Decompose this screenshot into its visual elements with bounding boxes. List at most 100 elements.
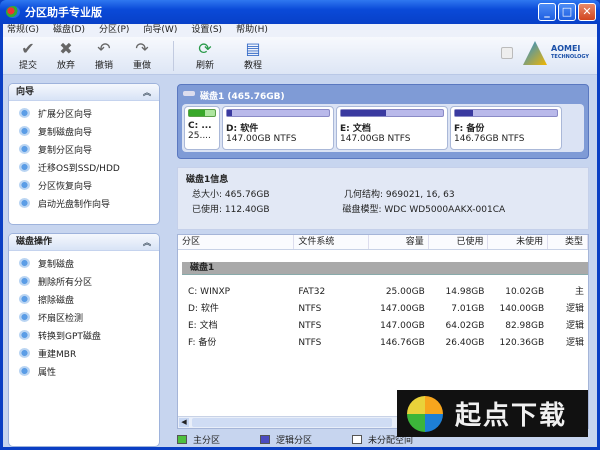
wizard-item-label: 启动光盘制作向导 bbox=[38, 199, 111, 210]
wizard-item-icon bbox=[19, 180, 30, 190]
wizard-item[interactable]: 迁移OS到SSD/HDD bbox=[9, 158, 159, 176]
wizard-item[interactable]: 分区恢复向导 bbox=[9, 176, 159, 194]
scroll-left-icon[interactable]: ◀ bbox=[179, 418, 189, 427]
partition-block[interactable]: E: 文档 147.00GB NTFS bbox=[336, 106, 448, 150]
menu-help[interactable]: 帮助(H) bbox=[236, 24, 268, 37]
menu-partition[interactable]: 分区(P) bbox=[99, 24, 129, 37]
cell-partition: D: 软件 bbox=[188, 304, 219, 314]
cell-free: 140.00GB bbox=[499, 304, 545, 314]
wizard-item[interactable]: 复制分区向导 bbox=[9, 140, 159, 158]
legend: 主分区 逻辑分区 未分配空间 bbox=[177, 433, 413, 446]
minimize-button[interactable]: _ bbox=[538, 3, 556, 21]
partition-block[interactable]: F: 备份 146.76GB NTFS bbox=[450, 106, 562, 150]
wizard-item-label: 迁移OS到SSD/HDD bbox=[38, 163, 120, 174]
partition-name: C: ... bbox=[188, 121, 212, 131]
toggle-checkbox[interactable] bbox=[501, 47, 513, 59]
geometry: 几何结构: 969021, 16, 63 bbox=[344, 190, 455, 200]
wizard-item[interactable]: 扩展分区向导 bbox=[9, 104, 159, 122]
used-size: 已使用: 112.40GB bbox=[192, 205, 270, 215]
redo-button[interactable]: ↷ 重做 bbox=[123, 39, 161, 72]
window-title: 分区助手专业版 bbox=[25, 6, 102, 19]
cell-free: 10.02GB bbox=[505, 287, 545, 297]
col-filesystem[interactable]: 文件系统 bbox=[294, 235, 370, 249]
tutorial-button[interactable]: ▤ 教程 bbox=[234, 39, 272, 72]
disk-op-item-label: 删除所有分区 bbox=[38, 277, 93, 288]
collapse-icon[interactable]: ︽ bbox=[143, 84, 151, 101]
cell-used: 7.01GB bbox=[451, 304, 485, 314]
menu-disk[interactable]: 磁盘(D) bbox=[53, 24, 85, 37]
scroll-thumb[interactable] bbox=[192, 418, 392, 427]
disk-op-item[interactable]: 转换到GPT磁盘 bbox=[9, 326, 159, 344]
disk-op-item[interactable]: 复制磁盘 bbox=[9, 254, 159, 272]
col-partition[interactable]: 分区 bbox=[178, 235, 295, 249]
disk-group-row[interactable]: 磁盘1 bbox=[182, 262, 588, 275]
partition-detail: 147.00GB NTFS bbox=[340, 134, 411, 144]
book-icon: ▤ bbox=[245, 39, 261, 58]
cell-type: 逻辑 bbox=[565, 338, 584, 348]
col-type[interactable]: 类型 bbox=[548, 235, 588, 249]
disk-op-item[interactable]: 重建MBR bbox=[9, 344, 159, 362]
disk-op-item[interactable]: 擦除磁盘 bbox=[9, 290, 159, 308]
wizard-panel-header[interactable]: 向导 ︽ bbox=[9, 84, 159, 101]
refresh-button[interactable]: ⟳ 刷新 bbox=[186, 40, 224, 72]
col-capacity[interactable]: 容量 bbox=[369, 235, 429, 249]
wizard-item-icon bbox=[19, 162, 30, 172]
disk-ops-panel-header[interactable]: 磁盘操作 ︽ bbox=[9, 234, 159, 251]
wizard-item[interactable]: 复制磁盘向导 bbox=[9, 122, 159, 140]
menu-wizard[interactable]: 向导(W) bbox=[143, 24, 177, 37]
disk-op-item-label: 转换到GPT磁盘 bbox=[38, 331, 101, 342]
menu-settings[interactable]: 设置(S) bbox=[191, 24, 222, 37]
disk-op-item-icon bbox=[19, 276, 30, 286]
cell-capacity: 147.00GB bbox=[380, 304, 425, 314]
wizard-item-label: 分区恢复向导 bbox=[38, 181, 93, 192]
cell-partition: E: 文档 bbox=[188, 321, 218, 331]
apply-button[interactable]: ✔ 提交 bbox=[9, 40, 47, 72]
table-row[interactable]: C: WINXP FAT32 25.00GB 14.98GB 10.02GB 主 bbox=[178, 285, 588, 302]
wizard-item-icon bbox=[19, 144, 30, 154]
redo-icon: ↷ bbox=[135, 39, 149, 58]
cell-filesystem: NTFS bbox=[298, 321, 322, 331]
disk-op-item[interactable]: 删除所有分区 bbox=[9, 272, 159, 290]
usage-bar bbox=[226, 109, 330, 117]
disk-op-item-icon bbox=[19, 330, 30, 340]
toolbar-separator bbox=[173, 40, 174, 71]
disk-op-item-label: 复制磁盘 bbox=[38, 259, 75, 270]
discard-button[interactable]: ✖ 放弃 bbox=[47, 40, 85, 72]
disk-op-item-icon bbox=[19, 294, 30, 304]
cell-capacity: 146.76GB bbox=[380, 338, 425, 348]
maximize-button[interactable]: □ bbox=[558, 3, 576, 21]
col-used[interactable]: 已使用 bbox=[429, 235, 489, 249]
close-button[interactable]: ✕ bbox=[578, 3, 596, 21]
cell-type: 逻辑 bbox=[565, 304, 584, 314]
table-row[interactable]: F: 备份 NTFS 146.76GB 26.40GB 120.36GB 逻辑 bbox=[178, 336, 588, 353]
toolbar: ✔ 提交 ✖ 放弃 ↶ 撤销 ↷ 重做 ⟳ 刷新 ▤ 教程 AOMEI TECHNOLOGY bbox=[3, 37, 597, 75]
disk-op-item-icon bbox=[19, 258, 30, 268]
wizard-item[interactable]: 启动光盘制作向导 bbox=[9, 194, 159, 212]
usage-fill bbox=[455, 110, 474, 116]
partition-detail: 147.00GB NTFS bbox=[226, 134, 297, 144]
collapse-icon[interactable]: ︽ bbox=[143, 234, 151, 251]
disk-op-item[interactable]: 属性 bbox=[9, 362, 159, 380]
disk-info-title: 磁盘1信息 bbox=[186, 175, 229, 185]
undo-icon: ↶ bbox=[97, 39, 111, 58]
table-row[interactable]: E: 文档 NTFS 147.00GB 64.02GB 82.98GB 逻辑 bbox=[178, 319, 588, 336]
disk-map[interactable]: 磁盘1 (465.76GB) C: ... 25.... D: 软件 147.00GB… bbox=[177, 84, 589, 159]
cell-partition: C: WINXP bbox=[188, 287, 231, 297]
primary-swatch bbox=[177, 435, 187, 444]
partition-detail: 146.76GB NTFS bbox=[454, 134, 525, 144]
menu-general[interactable]: 常规(G) bbox=[7, 24, 39, 37]
usage-fill bbox=[341, 110, 386, 116]
col-free[interactable]: 未使用 bbox=[488, 235, 549, 249]
wizard-item-label: 复制磁盘向导 bbox=[38, 127, 93, 138]
disk-info: 磁盘1信息 总大小: 465.76GB 几何结构: 969021, 16, 63 … bbox=[177, 167, 589, 230]
usage-bar bbox=[454, 109, 558, 117]
partition-name: F: 备份 bbox=[454, 124, 485, 134]
disk-op-item[interactable]: 坏扇区检测 bbox=[9, 308, 159, 326]
legend-logical: 逻辑分区 bbox=[260, 433, 312, 446]
partition-block[interactable]: D: 软件 147.00GB NTFS bbox=[222, 106, 334, 150]
partition-block[interactable]: C: ... 25.... bbox=[184, 106, 220, 150]
disk-op-item-label: 重建MBR bbox=[38, 349, 77, 360]
undo-button[interactable]: ↶ 撤销 bbox=[85, 39, 123, 72]
table-row[interactable]: D: 软件 NTFS 147.00GB 7.01GB 140.00GB 逻辑 bbox=[178, 302, 588, 319]
wizard-panel: 向导 ︽ 扩展分区向导复制磁盘向导复制分区向导迁移OS到SSD/HDD 分区恢复向导… bbox=[8, 83, 160, 225]
